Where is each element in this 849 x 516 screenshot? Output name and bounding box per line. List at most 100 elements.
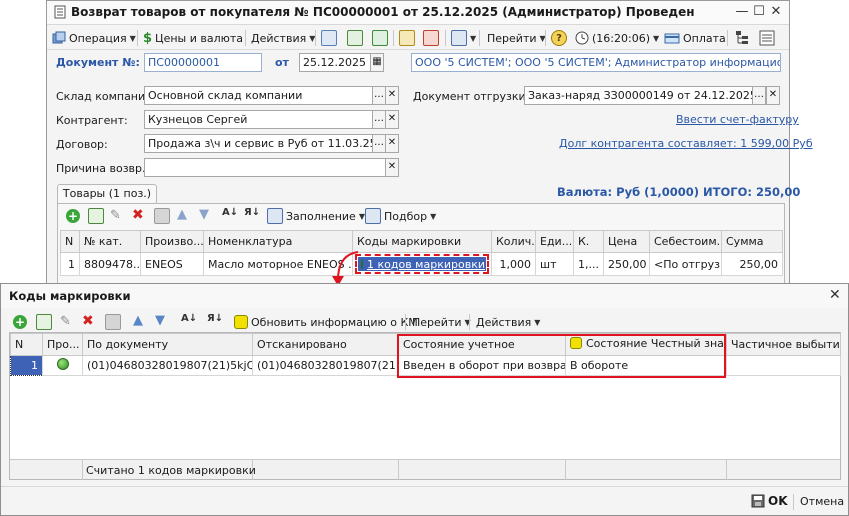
- goto-menu[interactable]: Перейти ▼: [487, 29, 546, 47]
- cell-manufacturer[interactable]: ENEOS: [140, 252, 204, 276]
- column-header[interactable]: N: [10, 333, 43, 356]
- cell-quantity[interactable]: 1,000: [491, 252, 536, 276]
- add-icon[interactable]: +: [66, 209, 80, 223]
- delete-icon[interactable]: ✖: [132, 207, 144, 223]
- copy-row-icon[interactable]: [88, 208, 104, 224]
- cell-n[interactable]: 1: [10, 355, 43, 376]
- move-down-icon[interactable]: ▼: [155, 313, 165, 328]
- column-header[interactable]: Сумма: [721, 230, 783, 253]
- time-menu[interactable]: (16:20:06) ▼: [575, 29, 659, 47]
- cell-status[interactable]: [42, 355, 83, 376]
- ok-button[interactable]: OK: [751, 492, 788, 510]
- cell-scanned[interactable]: (01)04680328019807(21)5kj...: [252, 355, 399, 376]
- update-km-button[interactable]: Обновить информацию о КМ: [234, 313, 418, 331]
- column-header[interactable]: Состояние учетное: [398, 333, 566, 356]
- structure-menu[interactable]: ▼: [451, 29, 476, 47]
- help-icon[interactable]: ?: [551, 30, 567, 46]
- copy-row-icon[interactable]: [36, 314, 52, 330]
- cell-state-honest-sign[interactable]: В обороте: [565, 355, 727, 376]
- column-header[interactable]: Произво...: [140, 230, 204, 253]
- edit-icon[interactable]: ✎: [110, 208, 121, 223]
- column-header[interactable]: Себестоим...: [649, 230, 722, 253]
- create-based-icon[interactable]: [399, 30, 415, 46]
- column-header[interactable]: Коды маркировки: [352, 230, 492, 253]
- end-edit-icon[interactable]: [105, 314, 121, 330]
- actions-menu[interactable]: Действия ▼: [251, 29, 315, 47]
- column-header[interactable]: N: [60, 230, 80, 253]
- column-header[interactable]: Еди...: [535, 230, 574, 253]
- counterparty-field[interactable]: Кузнецов Сергей: [144, 110, 373, 129]
- warehouse-field[interactable]: Основной склад компании: [144, 86, 373, 105]
- contract-field[interactable]: Продажа з\ч и сервис в Руб от 11.03.25: [144, 134, 373, 153]
- column-header[interactable]: № кат.: [79, 230, 141, 253]
- column-header[interactable]: Состояние Честный знак: [565, 333, 727, 356]
- close-icon[interactable]: ✕: [829, 287, 841, 303]
- shipment-doc-field[interactable]: Заказ-наряд ЗЗ00000149 от 24.12.2025 13:…: [524, 86, 753, 105]
- move-up-icon[interactable]: ▲: [177, 207, 187, 222]
- payment-button[interactable]: Оплата: [664, 29, 726, 47]
- cell-n[interactable]: 1: [60, 252, 80, 276]
- maximize-icon[interactable]: ☐: [750, 4, 768, 20]
- goto-menu[interactable]: Перейти ▼: [412, 313, 471, 331]
- table-row[interactable]: 1 (01)04680328019807(21)5kjQkt... (01)04…: [10, 355, 841, 376]
- select-ellipsis-button[interactable]: …: [372, 134, 386, 153]
- cell-partial-disposal[interactable]: [726, 355, 841, 376]
- cell-state-account[interactable]: Введен в оборот при возврате: [398, 355, 566, 376]
- tab-goods[interactable]: Товары (1 поз.): [57, 184, 157, 204]
- clear-icon[interactable]: ✕: [385, 110, 399, 129]
- prices-currency-button[interactable]: $ Цены и валюта: [143, 29, 243, 47]
- cell-unit[interactable]: шт: [535, 252, 574, 276]
- fill-menu[interactable]: Заполнение ▼: [267, 207, 365, 225]
- column-header[interactable]: Цена: [603, 230, 650, 253]
- print-icon[interactable]: [423, 30, 439, 46]
- hierarchy-icon[interactable]: [735, 30, 749, 46]
- select-ellipsis-button[interactable]: …: [372, 86, 386, 105]
- copy-icon[interactable]: [372, 30, 388, 46]
- counterparty-debt-link[interactable]: Долг контрагента составляет: 1 599,00 Ру…: [559, 137, 813, 150]
- cell-coefficient[interactable]: 1,...: [573, 252, 604, 276]
- clear-icon[interactable]: ✕: [385, 158, 399, 177]
- column-header[interactable]: Отсканировано: [252, 333, 399, 356]
- cell-by-document[interactable]: (01)04680328019807(21)5kjQkt...: [82, 355, 253, 376]
- add-icon[interactable]: +: [13, 315, 27, 329]
- clear-icon[interactable]: ✕: [385, 134, 399, 153]
- operation-menu[interactable]: Операция ▼: [52, 29, 136, 47]
- close-icon[interactable]: ✕: [767, 4, 785, 20]
- select-menu[interactable]: Подбор ▼: [365, 207, 436, 225]
- move-down-icon[interactable]: ▼: [199, 207, 209, 222]
- return-reason-field[interactable]: [144, 158, 387, 177]
- enter-invoice-link[interactable]: Ввести счет-фактуру: [676, 113, 799, 126]
- column-header[interactable]: К.: [573, 230, 604, 253]
- select-ellipsis-button[interactable]: …: [752, 86, 766, 105]
- sort-asc-icon[interactable]: A↓: [181, 313, 197, 324]
- cell-marking-codes[interactable]: 1 кодов маркировки: [352, 252, 492, 276]
- delete-icon[interactable]: ✖: [82, 313, 94, 329]
- cell-cost[interactable]: <По отгруз...: [649, 252, 722, 276]
- move-icon[interactable]: [321, 30, 337, 46]
- sort-desc-icon[interactable]: Я↓: [244, 207, 260, 218]
- sort-desc-icon[interactable]: Я↓: [207, 313, 223, 324]
- end-edit-icon[interactable]: [154, 208, 170, 224]
- select-ellipsis-button[interactable]: …: [372, 110, 386, 129]
- clear-icon[interactable]: ✕: [766, 86, 780, 105]
- org-info-field[interactable]: ООО '5 СИСТЕМ'; ООО '5 СИСТЕМ'; Админист…: [411, 53, 781, 72]
- calendar-icon[interactable]: ▦: [370, 53, 384, 72]
- doc-number-field[interactable]: ПС00000001: [144, 53, 262, 72]
- table-row[interactable]: 1 8809478... ENEOS Масло моторное ENEOS …: [60, 252, 783, 276]
- column-header[interactable]: Частичное выбытие: [726, 333, 841, 356]
- column-header[interactable]: Колич...: [491, 230, 536, 253]
- doc-date-field[interactable]: 25.12.2025: [299, 53, 371, 72]
- clear-icon[interactable]: ✕: [385, 86, 399, 105]
- move-up-icon[interactable]: ▲: [133, 313, 143, 328]
- sort-asc-icon[interactable]: A↓: [222, 207, 238, 218]
- cancel-button[interactable]: Отмена: [800, 495, 844, 508]
- cell-catalog-number[interactable]: 8809478...: [79, 252, 141, 276]
- edit-icon[interactable]: ✎: [60, 314, 71, 329]
- minimize-icon[interactable]: —: [733, 4, 751, 20]
- list-view-icon[interactable]: [759, 30, 775, 46]
- cell-price[interactable]: 250,00: [603, 252, 650, 276]
- column-header[interactable]: По документу: [82, 333, 253, 356]
- actions-menu[interactable]: Действия ▼: [476, 313, 540, 331]
- column-header[interactable]: Про...: [42, 333, 83, 356]
- refresh-icon[interactable]: [347, 30, 363, 46]
